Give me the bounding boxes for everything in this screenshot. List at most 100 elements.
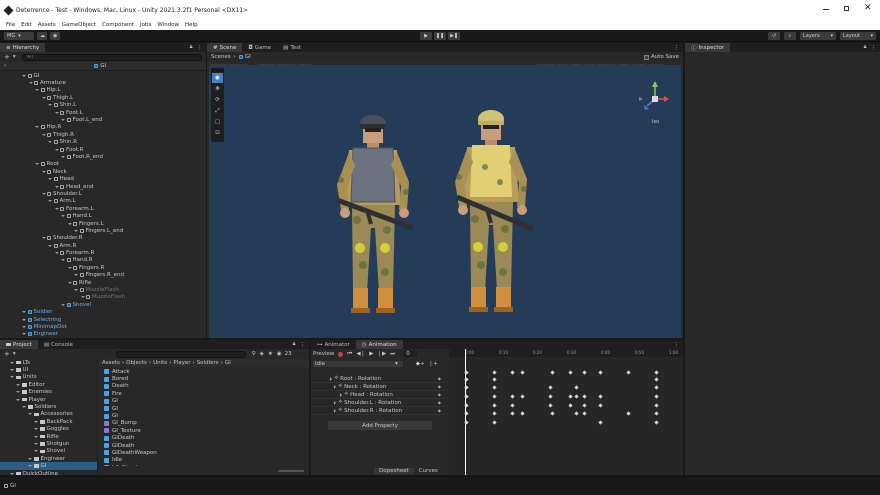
tab-hierarchy[interactable]: ≡ Hierarchy	[0, 43, 46, 52]
star-icon[interactable]: ★	[268, 351, 273, 357]
keyframe-marker[interactable]	[510, 370, 515, 375]
expand-arrow-icon[interactable]	[22, 318, 26, 321]
keyframe-marker[interactable]	[464, 394, 469, 399]
folder-tree-item[interactable]: Soldiers	[0, 403, 97, 410]
expand-arrow-icon[interactable]	[34, 442, 38, 445]
expand-arrow-icon[interactable]	[41, 237, 46, 240]
keyframe-button-icon[interactable]: ◆	[438, 376, 441, 381]
keyframe-marker[interactable]	[492, 385, 497, 390]
transform-tool-icon[interactable]: ⊡	[212, 128, 223, 138]
menu-gameobject[interactable]: GameObject	[62, 22, 96, 28]
soldier-model-2[interactable]	[445, 107, 535, 319]
animated-property-row[interactable]: ⟡ Root : Rotation ◆	[311, 375, 447, 383]
last-frame-icon[interactable]: ⏭	[390, 351, 395, 358]
clip-dropdown[interactable]: Idle	[313, 360, 403, 367]
move-tool-icon[interactable]: ✥	[212, 84, 223, 94]
expand-arrow-icon[interactable]	[34, 428, 38, 431]
expand-arrow-icon[interactable]	[22, 325, 26, 328]
panel-menu-icon[interactable]: ⋮	[300, 342, 306, 348]
folder-tree-item[interactable]: QuickOutline	[0, 470, 97, 475]
asset-item[interactable]: GIDeathWeapon	[104, 449, 304, 456]
keyframe-marker[interactable]	[520, 411, 525, 416]
keyframe-marker[interactable]	[492, 420, 497, 425]
keyframe-marker[interactable]	[598, 420, 603, 425]
expand-arrow-icon[interactable]	[340, 392, 342, 397]
eye-icon[interactable]: ◉	[277, 351, 282, 357]
keyframe-marker[interactable]	[582, 370, 587, 375]
asset-item[interactable]: Bored	[104, 375, 304, 382]
expand-arrow-icon[interactable]	[28, 413, 32, 416]
soldier-model-1[interactable]	[327, 110, 417, 320]
keyframe-marker[interactable]	[548, 394, 553, 399]
expand-arrow-icon[interactable]	[334, 384, 336, 389]
hierarchy-item[interactable]: Shovel	[0, 301, 206, 308]
keyframe-marker[interactable]	[654, 370, 659, 375]
tab-dopesheet[interactable]: Dopesheet	[374, 468, 414, 474]
menu-jobs[interactable]: Jobs	[140, 22, 151, 28]
hierarchy-item[interactable]: Arm.R	[0, 242, 206, 249]
panel-menu-icon[interactable]: ⋮	[871, 45, 877, 51]
expand-arrow-icon[interactable]	[80, 296, 85, 299]
tab-curves[interactable]: Curves	[414, 468, 443, 474]
keyframe-marker[interactable]	[598, 370, 603, 375]
hierarchy-item[interactable]: Foot.R_end	[0, 153, 206, 160]
asset-item[interactable]: Fire	[104, 390, 304, 397]
keyframe-marker[interactable]	[520, 370, 525, 375]
expand-arrow-icon[interactable]	[16, 398, 20, 401]
expand-arrow-icon[interactable]	[34, 435, 38, 438]
keyframe-marker[interactable]	[492, 370, 497, 375]
keyframe-button-icon[interactable]: ◆	[438, 384, 441, 389]
expand-arrow-icon[interactable]	[41, 96, 46, 99]
view-tool-icon[interactable]: ◉	[212, 73, 223, 83]
keyframe-marker[interactable]	[582, 403, 587, 408]
keyframe-marker[interactable]	[582, 411, 587, 416]
step-button[interactable]: ▶❚	[448, 32, 460, 40]
keyframe-marker[interactable]	[464, 411, 469, 416]
expand-arrow-icon[interactable]	[22, 311, 26, 314]
folder-tree-item[interactable]: Engineer	[0, 455, 97, 462]
keyframe-marker[interactable]	[568, 370, 573, 375]
orientation-gizmo-icon[interactable]: Iso	[631, 79, 675, 129]
hierarchy-item[interactable]: Thigh.R	[0, 131, 206, 138]
history-icon[interactable]: ↺	[768, 32, 780, 40]
expand-arrow-icon[interactable]	[48, 104, 52, 107]
asset-item[interactable]: GIDeath	[104, 442, 304, 449]
expand-arrow-icon[interactable]	[10, 376, 14, 379]
hierarchy-item[interactable]: MuzzleFlash	[0, 294, 206, 301]
play-button[interactable]: ▶	[420, 32, 432, 40]
add-icon[interactable]: +	[4, 53, 10, 61]
asset-item[interactable]: GIDeath	[104, 435, 304, 442]
folder-tree-item[interactable]: Goggles	[0, 426, 97, 433]
scale-tool-icon[interactable]: ⤢	[212, 106, 223, 116]
expand-arrow-icon[interactable]	[334, 408, 336, 413]
expand-arrow-icon[interactable]	[334, 400, 336, 405]
expand-arrow-icon[interactable]	[74, 229, 78, 232]
expand-arrow-icon[interactable]	[67, 222, 72, 225]
folder-tree-item[interactable]: Units	[0, 374, 97, 381]
layers-dropdown[interactable]: Layers ▾	[800, 32, 836, 40]
expand-arrow-icon[interactable]	[48, 200, 52, 203]
keyframe-marker[interactable]	[598, 394, 603, 399]
keyframe-button-icon[interactable]: ◆	[438, 408, 441, 413]
hierarchy-item[interactable]: Hip.R	[0, 124, 206, 131]
hierarchy-item[interactable]: Armature	[0, 79, 206, 86]
folder-tree-item[interactable]: GI	[0, 462, 97, 470]
keyframe-button-icon[interactable]: ◆	[438, 392, 441, 397]
animated-property-row[interactable]: ⟡ Shoulder.R : Rotation ◆	[311, 407, 447, 415]
expand-arrow-icon[interactable]	[54, 207, 59, 210]
expand-arrow-icon[interactable]	[74, 289, 78, 292]
keyframe-marker[interactable]	[548, 385, 553, 390]
expand-arrow-icon[interactable]	[61, 259, 65, 262]
panel-menu-icon[interactable]: ⋮	[197, 45, 203, 51]
expand-arrow-icon[interactable]	[10, 369, 14, 372]
expand-arrow-icon[interactable]	[35, 126, 39, 129]
project-search-input[interactable]	[115, 350, 246, 358]
keyframe-marker[interactable]	[550, 370, 555, 375]
keyframe-marker[interactable]	[492, 403, 497, 408]
expand-arrow-icon[interactable]	[61, 303, 65, 306]
expand-arrow-icon[interactable]	[22, 333, 26, 336]
zoom-slider[interactable]	[278, 470, 304, 472]
expand-arrow-icon[interactable]	[22, 406, 26, 409]
back-icon[interactable]: ‹	[4, 63, 6, 69]
label-icon[interactable]: ◈	[260, 351, 264, 357]
